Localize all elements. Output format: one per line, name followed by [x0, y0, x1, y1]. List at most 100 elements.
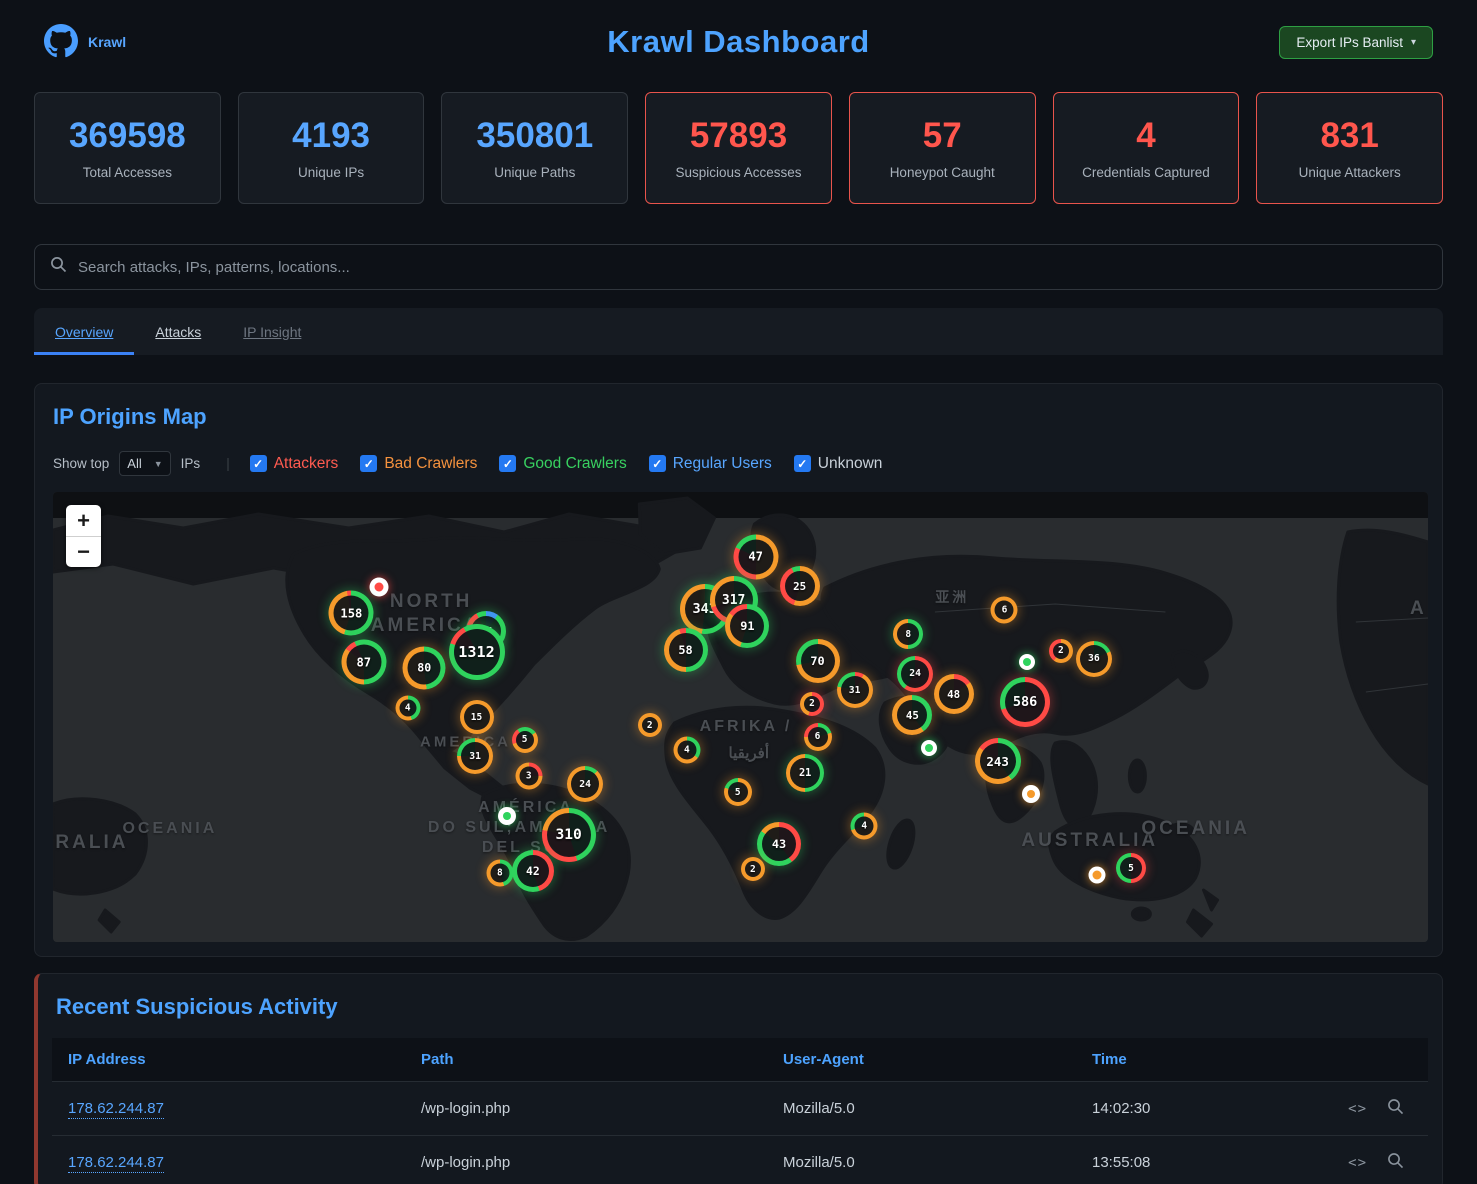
- col-ip-address: IP Address: [52, 1038, 405, 1082]
- map-filter-bad-crawlers[interactable]: ✓ Bad Crawlers: [360, 455, 477, 473]
- map-cluster-marker[interactable]: 2: [638, 713, 662, 737]
- checkbox-checked-icon[interactable]: ✓: [250, 455, 267, 472]
- map-cluster-marker[interactable]: 58: [664, 628, 708, 672]
- search-icon: [50, 256, 67, 278]
- map-cluster-marker[interactable]: 48: [934, 674, 974, 714]
- export-banlist-button[interactable]: Export IPs Banlist ▾: [1279, 26, 1433, 59]
- map-dot-marker[interactable]: [369, 577, 388, 596]
- show-top-select[interactable]: All ▼: [119, 451, 170, 476]
- checkbox-checked-icon[interactable]: ✓: [499, 455, 516, 472]
- activity-table: IP Address Path User-Agent Time 178.62.2…: [52, 1038, 1428, 1184]
- page-title: Krawl Dashboard: [0, 24, 1477, 60]
- map-cluster-marker[interactable]: 15: [460, 700, 494, 734]
- map-filter-good-crawlers[interactable]: ✓ Good Crawlers: [499, 455, 626, 473]
- map-geo-label: NORTH: [390, 591, 473, 613]
- map-cluster-marker[interactable]: 2: [800, 692, 824, 716]
- map-cluster-marker[interactable]: 4: [673, 736, 700, 763]
- zoom-out-button[interactable]: −: [66, 536, 101, 567]
- map-cluster-marker[interactable]: 21: [786, 754, 824, 792]
- search-input[interactable]: [78, 259, 1427, 276]
- map-dot-marker[interactable]: [1022, 785, 1040, 803]
- stat-value: 4193: [292, 116, 370, 156]
- stat-label: Suspicious Accesses: [675, 165, 801, 180]
- inspect-search-icon[interactable]: [1387, 1098, 1404, 1119]
- map-cluster-marker[interactable]: 3: [515, 762, 542, 789]
- map-cluster-marker[interactable]: 1312: [449, 624, 505, 680]
- filter-label: Regular Users: [673, 455, 772, 473]
- code-icon[interactable]: <>: [1348, 1101, 1367, 1117]
- divider: |: [226, 456, 230, 471]
- caret-down-icon: ▾: [1411, 37, 1416, 48]
- map-cluster-marker[interactable]: 310: [542, 808, 596, 862]
- map-cluster-marker[interactable]: 91: [725, 604, 769, 648]
- search-bar: [34, 244, 1443, 290]
- stat-card-unique-paths: 350801Unique Paths: [441, 92, 628, 204]
- map-cluster-marker[interactable]: 6: [991, 596, 1018, 623]
- map-cluster-marker[interactable]: 36: [1076, 641, 1112, 677]
- map-dot-marker[interactable]: [921, 740, 937, 756]
- filter-label: Bad Crawlers: [384, 455, 477, 473]
- map-filter-unknown[interactable]: ✓ Unknown: [794, 455, 883, 473]
- user-agent-cell: Mozilla/5.0: [767, 1136, 1076, 1184]
- show-top-label: Show top: [53, 456, 109, 471]
- map-cluster-marker[interactable]: 5: [512, 727, 538, 753]
- filter-label: Good Crawlers: [523, 455, 626, 473]
- stat-value: 831: [1320, 116, 1378, 156]
- map-cluster-marker[interactable]: 8: [893, 619, 923, 649]
- stat-value: 4: [1136, 116, 1155, 156]
- stat-value: 57: [923, 116, 962, 156]
- checkbox-checked-icon[interactable]: ✓: [649, 455, 666, 472]
- map-cluster-marker[interactable]: 243: [975, 738, 1021, 784]
- ip-address-link[interactable]: 178.62.244.87: [68, 1154, 164, 1173]
- map-dot-marker[interactable]: [498, 807, 516, 825]
- map-cluster-marker[interactable]: 6: [804, 723, 832, 751]
- map-cluster-marker[interactable]: 158: [329, 591, 374, 636]
- map-cluster-marker[interactable]: 5: [1116, 853, 1146, 883]
- table-header-row: IP Address Path User-Agent Time: [52, 1038, 1428, 1082]
- map-dot-marker[interactable]: [1088, 866, 1105, 883]
- checkbox-checked-icon[interactable]: ✓: [794, 455, 811, 472]
- map-cluster-marker[interactable]: 25: [780, 566, 820, 606]
- recent-activity-card: Recent Suspicious Activity IP Address Pa…: [34, 973, 1443, 1184]
- checkbox-checked-icon[interactable]: ✓: [360, 455, 377, 472]
- map-cluster-marker[interactable]: 2: [741, 857, 765, 881]
- map-cluster-marker[interactable]: 43: [757, 822, 801, 866]
- map-cluster-marker[interactable]: 31: [457, 738, 493, 774]
- show-top-value: All: [127, 456, 141, 471]
- filter-label: Unknown: [818, 455, 883, 473]
- map-cluster-marker[interactable]: 70: [796, 639, 840, 683]
- stat-card-suspicious-accesses: 57893Suspicious Accesses: [645, 92, 832, 204]
- code-icon[interactable]: <>: [1348, 1155, 1367, 1171]
- stat-label: Unique Paths: [494, 165, 575, 180]
- map-filter-attackers[interactable]: ✓Attackers: [250, 455, 339, 473]
- stats-row: 369598Total Accesses 4193Unique IPs 3508…: [0, 92, 1477, 204]
- map-cluster-marker[interactable]: 42: [512, 850, 554, 892]
- tab-ip-insight[interactable]: IP Insight: [222, 308, 322, 355]
- map-cluster-marker[interactable]: 80: [403, 646, 446, 689]
- map-cluster-marker[interactable]: 45: [892, 695, 932, 735]
- map-cluster-marker[interactable]: 4: [851, 812, 878, 839]
- map-geo-label: 亚洲: [935, 587, 969, 607]
- map-cluster-marker[interactable]: 31: [837, 672, 873, 708]
- map-cluster-marker[interactable]: 24: [567, 766, 603, 802]
- map-cluster-marker[interactable]: 2: [1049, 639, 1073, 663]
- activity-section-title: Recent Suspicious Activity: [52, 994, 1428, 1020]
- map-cluster-marker[interactable]: 24: [897, 656, 933, 692]
- stat-card-credentials-captured: 4Credentials Captured: [1053, 92, 1240, 204]
- map-cluster-marker[interactable]: 4: [395, 696, 420, 721]
- world-map[interactable]: + − NORTHAMERICAAMERICAAMÉRICADO SUL;AMÉ…: [53, 492, 1428, 942]
- col-time: Time: [1076, 1038, 1256, 1082]
- map-filter-regular-users[interactable]: ✓ Regular Users: [649, 455, 772, 473]
- map-dot-marker[interactable]: [1019, 654, 1035, 670]
- zoom-in-button[interactable]: +: [66, 505, 101, 536]
- inspect-search-icon[interactable]: [1387, 1152, 1404, 1173]
- tab-overview[interactable]: Overview: [34, 308, 134, 355]
- map-cluster-marker[interactable]: 47: [733, 534, 778, 579]
- map-cluster-marker[interactable]: 87: [341, 640, 386, 685]
- map-cluster-marker[interactable]: 5: [724, 778, 752, 806]
- ip-origins-map-card: IP Origins Map Show top All ▼ IPs | ✓Att…: [34, 383, 1443, 957]
- tab-attacks[interactable]: Attacks: [134, 308, 222, 355]
- map-cluster-marker[interactable]: 8: [486, 860, 513, 887]
- map-cluster-marker[interactable]: 586: [1000, 677, 1050, 727]
- ip-address-link[interactable]: 178.62.244.87: [68, 1100, 164, 1119]
